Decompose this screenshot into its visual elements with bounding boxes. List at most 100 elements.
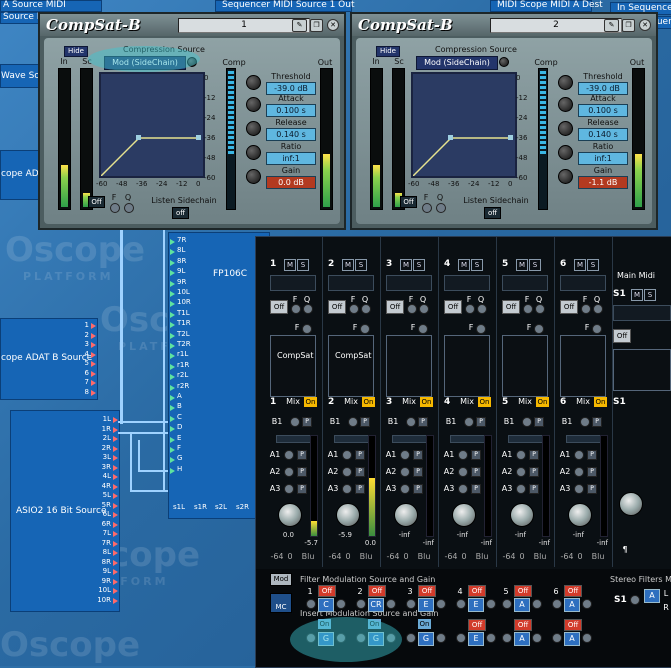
insert-mod-off[interactable]: Off	[564, 619, 582, 631]
filter-f-knob[interactable]	[581, 304, 591, 314]
fp-input-arrow[interactable]	[170, 426, 175, 433]
release-value[interactable]: 0.140 s	[578, 128, 628, 141]
a3-knob[interactable]	[458, 484, 468, 494]
fp-input-arrow[interactable]	[170, 239, 175, 245]
a3-pre-button[interactable]: P	[413, 484, 423, 494]
mix-on-button[interactable]: On	[304, 397, 317, 407]
attack-value[interactable]: 0.100 s	[266, 104, 316, 117]
listen-sidechain-toggle[interactable]: off	[484, 207, 501, 219]
threshold-knob[interactable]	[246, 75, 261, 90]
master-off-button[interactable]: Off	[613, 329, 631, 343]
fp-input-arrow[interactable]	[170, 374, 175, 381]
mute-button[interactable]: M	[574, 259, 586, 271]
asio-pin-arrow[interactable]	[113, 502, 118, 509]
filter-mod-source[interactable]: C	[318, 598, 334, 612]
source-arrow-icon[interactable]	[499, 57, 509, 67]
asio-pin-arrow[interactable]	[113, 474, 118, 480]
close-icon[interactable]: ✕	[639, 19, 651, 31]
module-wave-source[interactable]: Wave Source	[0, 64, 59, 88]
ratio-value[interactable]: inf:1	[578, 152, 628, 165]
gain-value[interactable]: 0.0 dB	[266, 176, 316, 189]
asio-pin-arrow[interactable]	[113, 540, 118, 547]
module-a-source-midi[interactable]: A Source MIDI	[0, 0, 102, 12]
filter-q-knob[interactable]	[593, 304, 603, 314]
gain-value[interactable]: -1.1 dB	[578, 176, 628, 189]
a1-pre-button[interactable]: P	[355, 450, 365, 460]
mixer-window[interactable]: 1 M S Off F Q F CompSat 1 Mix On B1 P A1 P A2 P A3 P 0.0 -5.…	[255, 236, 671, 668]
filter-freq-knob[interactable]	[110, 203, 120, 213]
adat-pin-arrow[interactable]	[91, 342, 96, 348]
a3-knob[interactable]	[516, 484, 526, 494]
pin-icon[interactable]: ✎	[292, 19, 307, 32]
a2-pre-button[interactable]: P	[587, 467, 597, 477]
b1-pre-button[interactable]: P	[476, 417, 486, 427]
filter-q-knob[interactable]	[361, 304, 371, 314]
attack-knob[interactable]	[558, 97, 573, 112]
insert-f-knob[interactable]	[592, 324, 602, 334]
asio-pin-arrow[interactable]	[113, 436, 118, 442]
asio-pin-arrow[interactable]	[113, 464, 118, 471]
master-volume-knob[interactable]	[619, 492, 643, 516]
ratio-knob[interactable]	[246, 145, 261, 160]
b1-knob[interactable]	[522, 417, 532, 427]
b1-knob[interactable]	[580, 417, 590, 427]
a1-pre-button[interactable]: P	[529, 450, 539, 460]
filter-f-knob[interactable]	[465, 304, 475, 314]
insert-slot[interactable]	[386, 335, 432, 397]
release-knob[interactable]	[246, 121, 261, 136]
solo-button[interactable]: S	[529, 259, 541, 271]
fp-input-arrow[interactable]	[170, 415, 175, 422]
master-mute-button[interactable]: M	[631, 289, 643, 301]
a2-pre-button[interactable]: P	[529, 467, 539, 477]
copy-icon[interactable]: ❐	[622, 19, 635, 32]
insert-f-knob[interactable]	[534, 324, 544, 334]
insert-slot[interactable]	[444, 335, 490, 397]
asio-pin-arrow[interactable]	[113, 521, 118, 528]
adat-pin-arrow[interactable]	[91, 351, 96, 358]
b1-knob[interactable]	[290, 417, 300, 427]
filter-q-knob[interactable]	[535, 304, 545, 314]
a3-pre-button[interactable]: P	[297, 484, 307, 494]
fp-input-arrow[interactable]	[170, 322, 175, 329]
fp-input-arrow[interactable]	[170, 447, 175, 453]
a1-knob[interactable]	[342, 450, 352, 460]
pan-bar[interactable]	[276, 435, 312, 443]
filter-q-knob[interactable]	[303, 304, 313, 314]
a1-pre-button[interactable]: P	[297, 450, 307, 460]
attack-value[interactable]: 0.100 s	[578, 104, 628, 117]
pan-bar[interactable]	[392, 435, 428, 443]
filter-mod-source[interactable]: A	[564, 598, 580, 612]
a2-knob[interactable]	[342, 467, 352, 477]
close-icon[interactable]: ✕	[327, 19, 339, 31]
insert-mod-on[interactable]: On	[418, 619, 431, 629]
insert-mod-source[interactable]: A	[564, 632, 580, 646]
fp-input-arrow[interactable]	[170, 467, 175, 474]
preset-number[interactable]: 1	[178, 18, 310, 33]
fp-input-arrow[interactable]	[170, 270, 175, 277]
asio-pin-arrow[interactable]	[113, 512, 118, 518]
fp-input-arrow[interactable]	[170, 280, 175, 287]
a2-pre-button[interactable]: P	[355, 467, 365, 477]
filter-mod-off[interactable]: Off	[368, 585, 386, 597]
release-value[interactable]: 0.140 s	[266, 128, 316, 141]
filter-off-button[interactable]: Off	[270, 300, 288, 314]
filter-off-button[interactable]: Off	[328, 300, 346, 314]
filter-off-button[interactable]: Off	[444, 300, 462, 314]
a3-pre-button[interactable]: P	[471, 484, 481, 494]
filter-q-knob[interactable]	[436, 203, 446, 213]
module-adat-a[interactable]: cope ADAT A	[0, 150, 58, 200]
a1-knob[interactable]	[284, 450, 294, 460]
a2-pre-button[interactable]: P	[471, 467, 481, 477]
insert-mod-gain-knob[interactable]	[436, 633, 446, 643]
insert-slot[interactable]: CompSat	[328, 335, 374, 397]
fp-input-arrow[interactable]	[170, 301, 175, 308]
mute-button[interactable]: M	[458, 259, 470, 271]
a1-knob[interactable]	[574, 450, 584, 460]
b1-pre-button[interactable]: P	[534, 417, 544, 427]
asio-pin-arrow[interactable]	[113, 550, 118, 556]
filter-mod-off[interactable]: Off	[514, 585, 532, 597]
adat-pin-arrow[interactable]	[91, 323, 96, 329]
ratio-knob[interactable]	[558, 145, 573, 160]
gain-knob[interactable]	[246, 169, 261, 184]
volume-knob[interactable]	[394, 503, 418, 527]
